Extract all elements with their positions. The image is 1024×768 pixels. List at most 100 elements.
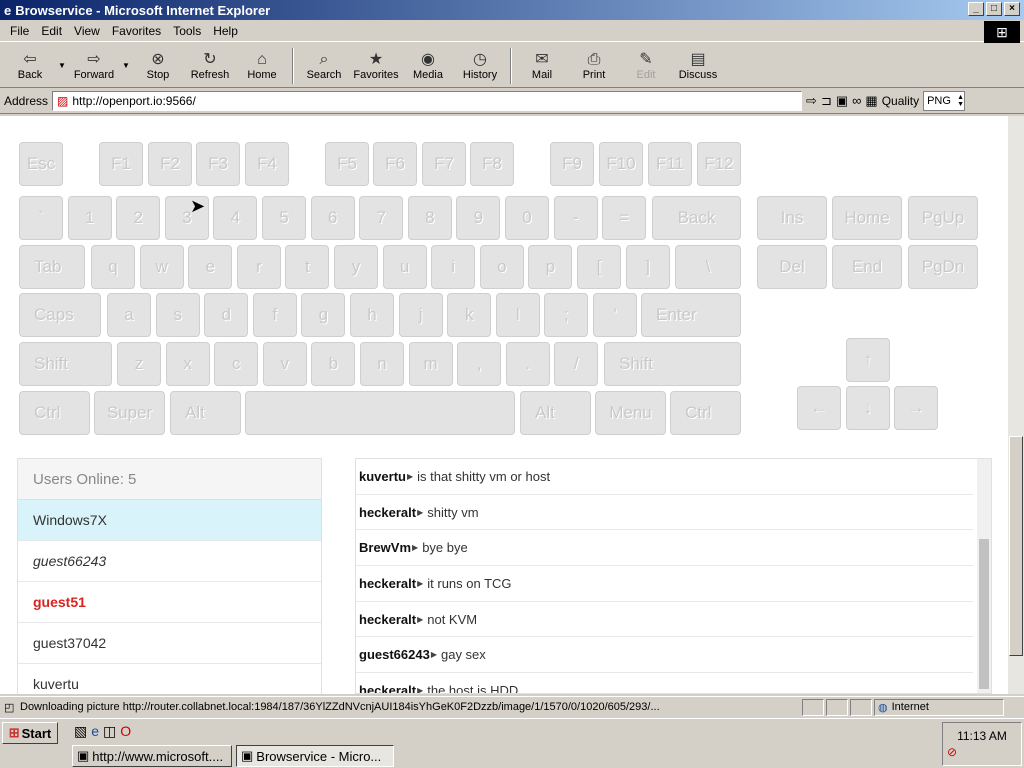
key-space[interactable] [245,391,515,435]
favorites-button[interactable]: ★ Favorites [350,45,402,87]
key-letter[interactable]: u [382,245,427,289]
key-home[interactable]: Home [832,196,902,240]
key-f11[interactable]: F11 [648,142,692,186]
user-item-self[interactable]: guest51 [18,582,321,623]
clock[interactable]: 11:13 AM [943,729,1021,743]
key-num[interactable]: 5 [262,196,306,240]
key-num[interactable]: - [553,196,598,240]
stop-button[interactable]: ⊗ Stop [132,45,184,87]
key-f4[interactable]: F4 [245,142,289,186]
address-input[interactable]: ▨ http://openport.io:9566/ [52,90,803,111]
key-letter[interactable]: b [311,342,356,386]
ie-launch-icon[interactable]: e [91,723,99,740]
desktop-icon[interactable]: ▧ [74,723,87,740]
key-menu[interactable]: Menu [595,391,666,435]
close-button[interactable]: × [1004,2,1020,16]
key-letter[interactable]: h [350,293,394,337]
key-letter[interactable]: m [408,342,453,386]
user-item[interactable]: Windows7X [18,500,321,541]
key-num[interactable]: 2 [116,196,161,240]
key-letter[interactable]: / [554,342,599,386]
menu-help[interactable]: Help [207,24,244,38]
menu-tools[interactable]: Tools [167,24,207,38]
key-f5[interactable]: F5 [325,142,369,186]
key-arrow-right[interactable]: → [894,386,938,430]
key-letter[interactable]: f [252,293,297,337]
key-arrow-down[interactable]: ↓ [846,386,890,430]
menu-view[interactable]: View [68,24,106,38]
key-f10[interactable]: F10 [599,142,643,186]
key-letter[interactable]: . [505,342,550,386]
key-num[interactable]: 0 [505,196,549,240]
key-del[interactable]: Del [757,245,827,289]
maximize-button[interactable]: □ [986,2,1002,16]
home-button[interactable]: ⌂ Home [236,45,288,87]
key-num[interactable]: 7 [359,196,404,240]
go-arrow-icon[interactable]: ⇨ [806,93,817,109]
tray-icon[interactable]: ⊘ [943,745,1021,759]
key-f1[interactable]: F1 [99,142,143,186]
key-ctrl-right[interactable]: Ctrl [670,391,741,435]
chat-log[interactable]: kuvertu ▶ is that shitty vm or host hecker… [355,458,992,694]
key-super[interactable]: Super [94,391,165,435]
mail-button[interactable]: ✉ Mail [516,45,568,87]
menu-edit[interactable]: Edit [35,24,68,38]
key-arrow-left[interactable]: ← [797,386,841,430]
key-letter[interactable]: ] [625,245,670,289]
key-arrow-up[interactable]: ↑ [846,338,890,382]
back-button[interactable]: ⇦ Back [4,45,56,87]
search-button[interactable]: ⌕ Search [298,45,350,87]
key-alt-right[interactable]: Alt [520,391,591,435]
page-scroll-thumb[interactable] [1009,436,1023,656]
key-letter[interactable]: g [301,293,346,337]
key-num[interactable]: 6 [310,196,355,240]
key-letter[interactable]: p [528,245,573,289]
opera-icon[interactable]: O [120,723,131,740]
key-letter[interactable]: x [165,342,210,386]
bookmark-icon[interactable]: ⊐ [821,93,832,109]
user-item[interactable]: kuvertu [18,664,321,694]
key-letter[interactable]: z [117,342,161,386]
key-shift-right[interactable]: Shift [604,342,741,386]
key-letter[interactable]: a [107,293,151,337]
keyboard-icon[interactable]: ▣ [836,93,848,109]
key-backslash[interactable]: \ [675,245,741,289]
forward-dropdown-icon[interactable]: ▼ [120,61,132,70]
back-dropdown-icon[interactable]: ▼ [56,61,68,70]
key-shift-left[interactable]: Shift [19,342,112,386]
key-letter[interactable]: k [447,293,492,337]
key-esc[interactable]: Esc [19,142,63,186]
key-f8[interactable]: F8 [470,142,514,186]
quality-select[interactable]: PNG ▲ ▼ [923,90,966,111]
key-pgdn[interactable]: PgDn [908,245,978,289]
key-end[interactable]: End [832,245,902,289]
key-letter[interactable]: d [204,293,249,337]
key-letter[interactable]: n [360,342,404,386]
key-f9[interactable]: F9 [550,142,594,186]
key-letter[interactable]: j [398,293,443,337]
key-letter[interactable]: l [495,293,540,337]
key-enter[interactable]: Enter [641,293,741,337]
key-f12[interactable]: F12 [697,142,741,186]
key-num[interactable]: ` [19,196,63,240]
discuss-button[interactable]: ▤ Discuss [672,45,724,87]
key-letter[interactable]: [ [577,245,621,289]
edit-button[interactable]: ✎ Edit [620,45,672,87]
chat-scrollbar[interactable] [977,459,991,693]
key-ctrl-left[interactable]: Ctrl [19,391,90,435]
key-alt-left[interactable]: Alt [170,391,241,435]
forward-button[interactable]: ⇨ Forward [68,45,120,87]
history-button[interactable]: ◷ History [454,45,506,87]
explorer-icon[interactable]: ◫ [103,723,116,740]
spinner-icon[interactable]: ▲ ▼ [957,94,964,108]
key-letter[interactable]: ' [593,293,637,337]
media-button[interactable]: ◉ Media [402,45,454,87]
print-button[interactable]: ⎙ Print [568,45,620,87]
taskbar-item[interactable]: ▣ http://www.microsoft.... [72,745,232,767]
chat-scroll-thumb[interactable] [979,539,989,689]
user-item[interactable]: guest66243 [18,541,321,582]
key-caps[interactable]: Caps [19,293,101,337]
key-letter[interactable]: , [457,342,502,386]
key-letter[interactable]: r [236,245,281,289]
key-num[interactable]: 9 [456,196,501,240]
